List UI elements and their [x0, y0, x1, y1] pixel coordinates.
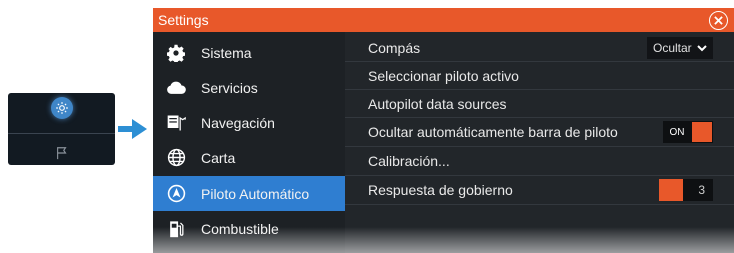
settings-sidebar: Sistema Servicios Navegación Carta Pilot…	[153, 32, 345, 253]
setting-label: Autopilot data sources	[368, 95, 507, 112]
navigation-icon	[166, 113, 186, 133]
fuel-pump-icon	[166, 219, 186, 239]
setting-row-seleccionar-piloto[interactable]: Seleccionar piloto activo	[345, 62, 734, 90]
setting-label: Respuesta de gobierno	[368, 182, 513, 198]
gear-icon	[166, 43, 186, 63]
setting-label: Ocultar automáticamente barra de piloto	[368, 124, 618, 140]
sidebar-item-label: Navegación	[201, 114, 275, 131]
flag-icon	[57, 147, 67, 160]
chevron-down-icon	[697, 44, 707, 51]
sidebar-item-label: Servicios	[201, 79, 258, 96]
sidebar-item-sistema[interactable]: Sistema	[153, 35, 345, 70]
dropdown-value: Ocultar	[653, 41, 692, 55]
settings-dialog: Settings Sistema Servicios Navegación Ca…	[153, 8, 734, 253]
slider-fill	[659, 179, 684, 201]
setting-label: Seleccionar piloto activo	[368, 67, 519, 84]
dialog-titlebar: Settings	[153, 8, 734, 32]
sidebar-item-piloto-automatico[interactable]: Piloto Automático	[153, 176, 345, 211]
setting-label: Calibración...	[368, 153, 450, 169]
steering-response-slider[interactable]: 3	[659, 179, 713, 201]
setting-label: Compás	[368, 39, 421, 56]
setting-row-compas[interactable]: Compás Ocultar	[345, 34, 734, 62]
slider-value: 3	[698, 183, 705, 197]
settings-gear-icon[interactable]	[51, 97, 73, 119]
arrow-right-icon	[118, 119, 147, 139]
close-icon[interactable]	[709, 11, 728, 30]
toggle-knob	[692, 122, 712, 142]
compass-dropdown[interactable]: Ocultar	[647, 37, 713, 59]
sidebar-item-label: Piloto Automático	[201, 185, 310, 202]
sidebar-item-label: Carta	[201, 149, 236, 166]
setting-row-respuesta-gobierno[interactable]: Respuesta de gobierno 3	[345, 176, 734, 205]
setting-row-ocultar-barra[interactable]: Ocultar automáticamente barra de piloto …	[345, 118, 734, 147]
globe-icon	[166, 148, 186, 168]
autopilot-icon	[166, 184, 186, 204]
divider	[8, 133, 115, 134]
settings-content: Compás Ocultar Seleccionar piloto activo…	[345, 32, 734, 253]
sidebar-item-servicios[interactable]: Servicios	[153, 70, 345, 105]
toggle-state: ON	[669, 126, 685, 138]
autohide-toggle[interactable]: ON	[663, 121, 713, 143]
cloud-icon	[166, 78, 186, 98]
home-screen-thumbnail	[8, 93, 115, 165]
setting-row-calibracion[interactable]: Calibración...	[345, 147, 734, 176]
setting-row-autopilot-data-sources[interactable]: Autopilot data sources	[345, 90, 734, 118]
dialog-title: Settings	[158, 12, 209, 28]
sidebar-item-navegacion[interactable]: Navegación	[153, 105, 345, 140]
sidebar-item-label: Combustible	[201, 220, 279, 237]
sidebar-item-label: Sistema	[201, 44, 252, 61]
sidebar-item-carta[interactable]: Carta	[153, 140, 345, 175]
sidebar-item-combustible[interactable]: Combustible	[153, 211, 345, 246]
